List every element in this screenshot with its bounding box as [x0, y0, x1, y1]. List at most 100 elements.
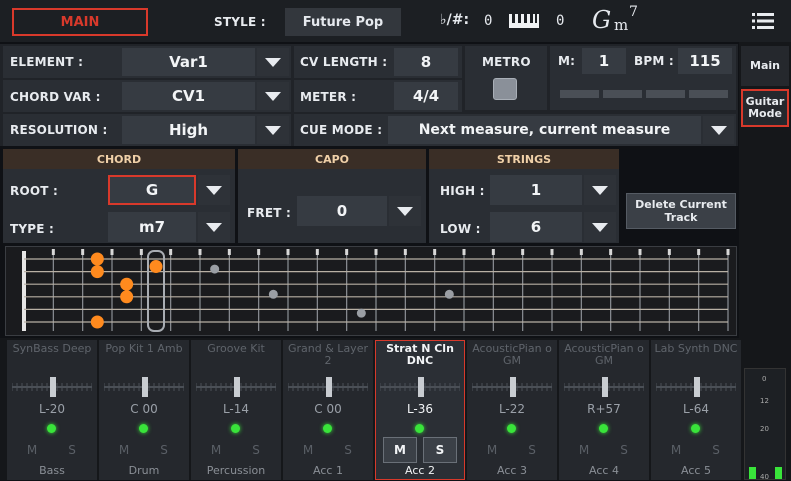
pan-slider[interactable] — [471, 376, 553, 398]
mute-button[interactable]: M — [475, 437, 509, 463]
track-sound-name[interactable]: AcousticPian o GM — [559, 340, 649, 374]
meter-field[interactable]: 4/4 — [394, 82, 458, 110]
fret-field[interactable]: 0 — [297, 196, 387, 226]
activity-led — [415, 424, 424, 433]
chordvar-dropdown[interactable] — [257, 82, 289, 110]
chevron-down-icon — [397, 206, 413, 216]
root-field[interactable]: G — [108, 175, 196, 205]
pan-slider[interactable] — [655, 376, 737, 398]
resolution-label: RESOLUTION : — [10, 123, 108, 137]
track-strip[interactable]: AcousticPian o GM R+57 M S Acc 4 — [559, 340, 649, 480]
low-field[interactable]: 6 — [490, 212, 582, 242]
fret-marker — [315, 249, 319, 255]
chord-header-label: CHORD — [96, 152, 142, 166]
resolution-value: High — [168, 121, 209, 139]
chordvar-field[interactable]: CV1 — [122, 82, 255, 110]
solo-button[interactable]: S — [515, 437, 549, 463]
bpm-field[interactable]: 115 — [678, 48, 732, 74]
cvlength-field[interactable]: 8 — [394, 48, 458, 76]
resolution-dropdown[interactable] — [257, 116, 289, 144]
beat-indicator-4 — [689, 90, 728, 98]
solo-button[interactable]: S — [55, 437, 89, 463]
track-strip[interactable]: Lab Synth DNC L-64 M S Acc 5 — [651, 340, 741, 480]
menu-icon[interactable] — [752, 12, 774, 30]
activity-led — [599, 424, 608, 433]
style-label: STYLE : — [214, 15, 266, 29]
fret-marker — [286, 249, 290, 255]
chord-root-text: G — [592, 6, 612, 34]
cuemode-field[interactable]: Next measure, current measure — [388, 116, 701, 144]
chord-note — [90, 315, 104, 329]
solo-button[interactable]: S — [331, 437, 365, 463]
mute-button[interactable]: M — [291, 437, 325, 463]
root-dropdown[interactable] — [198, 175, 230, 205]
main-mode-button[interactable]: MAIN — [12, 8, 148, 36]
pan-slider[interactable] — [11, 376, 93, 398]
fretboard[interactable] — [5, 246, 737, 336]
pan-slider[interactable] — [379, 376, 461, 398]
track-sound-name[interactable]: Groove Kit — [191, 340, 281, 374]
fret-value: 0 — [336, 202, 348, 220]
mute-button[interactable]: M — [659, 437, 693, 463]
metro-toggle[interactable] — [493, 78, 517, 100]
main-side-button[interactable]: Main — [741, 46, 789, 86]
chevron-down-icon — [265, 125, 281, 135]
element-dropdown[interactable] — [257, 48, 289, 76]
track-strip[interactable]: Pop Kit 1 Amb C 00 M S Drum — [99, 340, 189, 480]
main-side-label: Main — [750, 59, 780, 72]
chevron-down-icon — [265, 57, 281, 67]
solo-button[interactable]: S — [239, 437, 273, 463]
high-field[interactable]: 1 — [490, 175, 582, 205]
track-strip[interactable]: SynBass Deep L-20 M S Bass — [7, 340, 97, 480]
track-sound-name[interactable]: Lab Synth DNC — [651, 340, 741, 374]
solo-button[interactable]: S — [607, 437, 641, 463]
measure-label: M: — [558, 54, 576, 68]
track-strip[interactable]: AcousticPian o GM L-22 M S Acc 3 — [467, 340, 557, 480]
track-strip[interactable]: Strat N Cln DNC L-36 M S Acc 2 — [375, 340, 465, 480]
key-label: ♭/#: — [440, 12, 470, 28]
pan-slider[interactable] — [287, 376, 369, 398]
delete-track-button[interactable]: Delete Current Track — [626, 193, 736, 229]
track-sound-name[interactable]: Strat N Cln DNC — [375, 340, 465, 374]
pan-value: L-22 — [498, 402, 526, 416]
mute-button[interactable]: M — [199, 437, 233, 463]
beat-indicator-2 — [603, 90, 642, 98]
mute-button[interactable]: M — [15, 437, 49, 463]
solo-button[interactable]: S — [423, 437, 457, 463]
track-sound-name[interactable]: AcousticPian o GM — [467, 340, 557, 374]
fret-dropdown[interactable] — [389, 196, 421, 226]
type-dropdown[interactable] — [198, 212, 230, 242]
high-dropdown[interactable] — [584, 175, 616, 205]
key-value[interactable]: 0 — [484, 13, 492, 29]
pan-slider[interactable] — [563, 376, 645, 398]
resolution-field[interactable]: High — [122, 116, 255, 144]
activity-led — [139, 424, 148, 433]
track-sound-name[interactable]: Grand & Layer 2 — [283, 340, 373, 374]
mute-button[interactable]: M — [567, 437, 601, 463]
guitar-mode-button[interactable]: Guitar Mode — [741, 89, 789, 127]
style-selector[interactable]: Future Pop — [285, 8, 401, 36]
style-value: Future Pop — [302, 14, 384, 30]
mute-button[interactable]: M — [107, 437, 141, 463]
meter-value: 4/4 — [412, 87, 440, 105]
pan-slider[interactable] — [195, 376, 277, 398]
track-strip[interactable]: Grand & Layer 2 C 00 M S Acc 1 — [283, 340, 373, 480]
track-strip[interactable]: Groove Kit L-14 M S Percussion — [191, 340, 281, 480]
track-label: Acc 2 — [405, 464, 435, 477]
track-sound-name[interactable]: Pop Kit 1 Amb — [99, 340, 189, 374]
activity-led — [231, 424, 240, 433]
type-field[interactable]: m7 — [108, 212, 196, 242]
transpose-value[interactable]: 0 — [556, 13, 564, 29]
element-value: Var1 — [169, 53, 208, 71]
solo-button[interactable]: S — [699, 437, 733, 463]
fret-marker — [403, 249, 407, 255]
solo-button[interactable]: S — [147, 437, 181, 463]
mute-button[interactable]: M — [383, 437, 417, 463]
track-sound-name[interactable]: SynBass Deep — [7, 340, 97, 374]
pan-slider[interactable] — [103, 376, 185, 398]
low-dropdown[interactable] — [584, 212, 616, 242]
type-label: TYPE : — [10, 222, 55, 236]
element-field[interactable]: Var1 — [122, 48, 255, 76]
fret-marker — [491, 249, 495, 255]
cuemode-dropdown[interactable] — [703, 116, 734, 144]
